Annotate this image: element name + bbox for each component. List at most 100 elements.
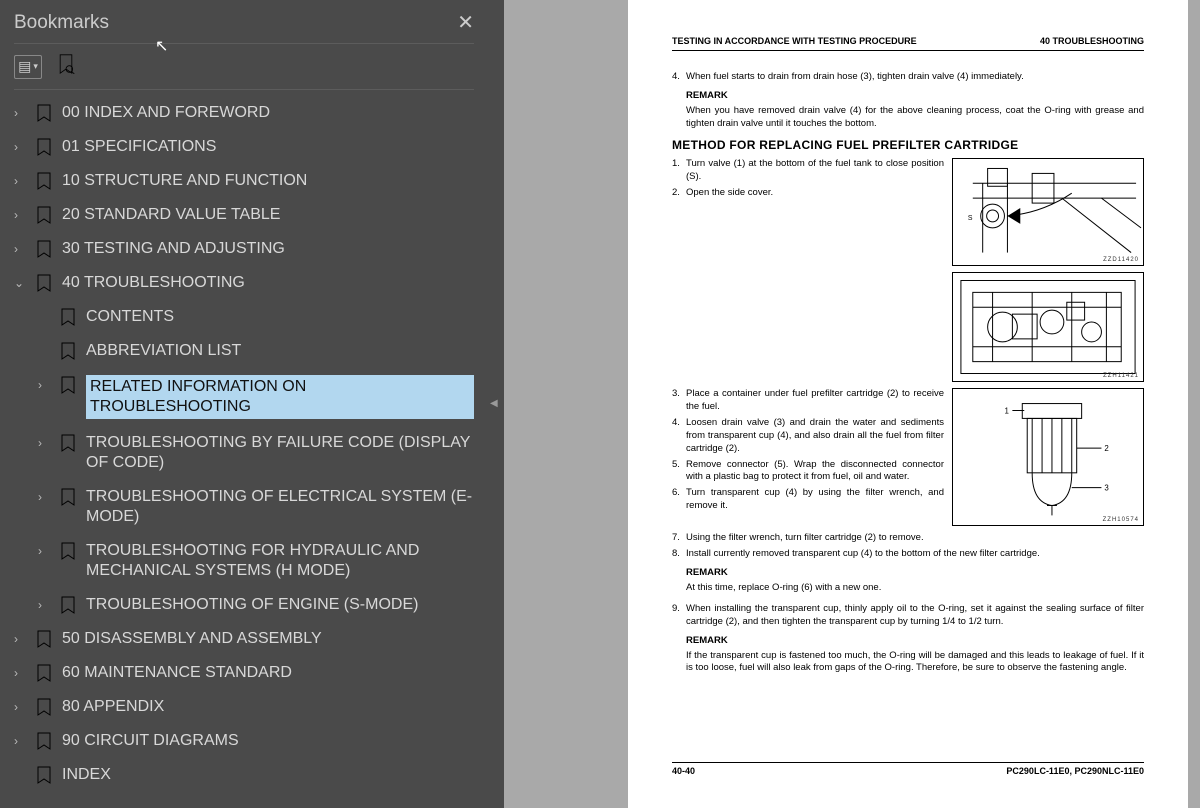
- step-text: Place a container under fuel prefilter c…: [686, 388, 944, 414]
- remark-body: When you have removed drain valve (4) fo…: [686, 105, 1144, 131]
- bookmark-label: RELATED INFORMATION ON TROUBLESHOOTING: [86, 375, 474, 419]
- bookmark-label: CONTENTS: [86, 307, 474, 327]
- bookmark-icon: [36, 663, 52, 683]
- sidebar-toolbar: ▤▾: [0, 50, 488, 89]
- section-heading: METHOD FOR REPLACING FUEL PREFILTER CART…: [672, 138, 1144, 152]
- expand-icon[interactable]: ›: [14, 239, 26, 259]
- bookmark-icon: [60, 341, 76, 361]
- step-text: Turn transparent cup (4) by using the fi…: [686, 487, 944, 513]
- bookmark-icon: [60, 307, 76, 327]
- bookmark-item[interactable]: › 00 INDEX AND FOREWORD: [0, 96, 488, 130]
- bookmark-item[interactable]: ›TROUBLESHOOTING FOR HYDRAULIC AND MECHA…: [0, 534, 488, 588]
- bookmark-icon: [36, 171, 52, 191]
- bookmark-label: 10 STRUCTURE AND FUNCTION: [62, 171, 474, 191]
- bookmark-tree: › 00 INDEX AND FOREWORD ›01 SPECIFICATIONS…: [0, 94, 488, 808]
- sidebar-header: Bookmarks ✕: [0, 0, 488, 43]
- svg-text:S: S: [968, 215, 973, 222]
- pdf-page: TESTING IN ACCORDANCE WITH TESTING PROCE…: [628, 0, 1188, 808]
- bookmark-label: 30 TESTING AND ADJUSTING: [62, 239, 474, 259]
- svg-text:2: 2: [1104, 445, 1108, 454]
- figure: 2 3 1 ZZH10574: [952, 388, 1144, 526]
- step-text: Using the filter wrench, turn filter car…: [686, 532, 1144, 545]
- bookmark-label: TROUBLESHOOTING OF ELECTRICAL SYSTEM (E-…: [86, 487, 474, 527]
- expand-icon[interactable]: ›: [38, 487, 50, 507]
- document-viewport[interactable]: TESTING IN ACCORDANCE WITH TESTING PROCE…: [504, 0, 1200, 808]
- step-text: Loosen drain valve (3) and drain the wat…: [686, 417, 944, 455]
- expand-icon[interactable]: ›: [38, 595, 50, 615]
- footer-page-num: 40-40: [672, 766, 695, 776]
- expand-icon[interactable]: ›: [14, 629, 26, 649]
- bookmark-item[interactable]: › RELATED INFORMATION ON TROUBLESHOOTING: [0, 368, 488, 426]
- header-left: TESTING IN ACCORDANCE WITH TESTING PROCE…: [672, 36, 917, 46]
- expand-icon[interactable]: ›: [14, 731, 26, 751]
- bookmark-label: 40 TROUBLESHOOTING: [62, 273, 474, 293]
- bookmark-icon: [36, 103, 52, 123]
- figure: ZZH11421: [952, 272, 1144, 382]
- expand-icon[interactable]: ›: [38, 541, 50, 561]
- bookmark-icon: [36, 273, 52, 293]
- remark-label: REMARK: [686, 567, 1144, 578]
- expand-icon[interactable]: ›: [14, 663, 26, 683]
- step-text: Remove connector (5). Wrap the disconnec…: [686, 459, 944, 485]
- splitter-handle[interactable]: [488, 0, 504, 808]
- step-text: When installing the transparent cup, thi…: [686, 603, 1144, 629]
- page-header: TESTING IN ACCORDANCE WITH TESTING PROCE…: [672, 36, 1144, 46]
- svg-text:3: 3: [1104, 484, 1109, 493]
- bookmark-label: INDEX: [62, 765, 474, 785]
- figure-label: ZZH10574: [1103, 517, 1139, 523]
- bookmark-item[interactable]: CONTENTS: [0, 300, 488, 334]
- remark-body: If the transparent cup is fastened too m…: [686, 650, 1144, 676]
- bookmark-item[interactable]: › 30 TESTING AND ADJUSTING: [0, 232, 488, 266]
- bookmark-item[interactable]: › 80 APPENDIX: [0, 690, 488, 724]
- remark-body: At this time, replace O-ring (6) with a …: [686, 582, 1144, 595]
- bookmark-item[interactable]: ⌄ 40 TROUBLESHOOTING: [0, 266, 488, 300]
- bookmarks-sidebar: ↖ Bookmarks ✕ ▤▾ ›00 INDEX AND FOREWORD›…: [0, 0, 488, 808]
- step-text: Install currently removed transparent cu…: [686, 548, 1144, 561]
- expand-icon[interactable]: ⌄: [14, 273, 26, 293]
- bookmark-item[interactable]: › TROUBLESHOOTING OF ELECTRICAL SYSTEM (E…: [0, 480, 488, 534]
- bookmark-label: 20 STANDARD VALUE TABLE: [62, 205, 474, 225]
- expand-icon[interactable]: ›: [14, 137, 26, 157]
- close-icon[interactable]: ✕: [457, 10, 474, 35]
- bookmark-icon: [36, 765, 52, 785]
- bookmark-icon: [60, 487, 76, 507]
- bookmark-label: 50 DISASSEMBLY AND ASSEMBLY: [62, 629, 474, 649]
- bookmark-item[interactable]: ›60 MAINTENANCE STANDARD: [0, 656, 488, 690]
- bookmark-icon: [36, 697, 52, 717]
- remark-label: REMARK: [686, 90, 1144, 101]
- bookmark-icon: [36, 205, 52, 225]
- bookmark-item[interactable]: ›TROUBLESHOOTING OF ENGINE (S-MODE): [0, 588, 488, 622]
- bookmark-label: TROUBLESHOOTING BY FAILURE CODE (DISPLAY…: [86, 433, 474, 473]
- bookmark-item[interactable]: › 50 DISASSEMBLY AND ASSEMBLY: [0, 622, 488, 656]
- figure: S ZZD11420: [952, 158, 1144, 266]
- bookmark-icon: [36, 629, 52, 649]
- step-text: When fuel starts to drain from drain hos…: [686, 71, 1144, 84]
- find-bookmark-button[interactable]: [56, 54, 76, 79]
- options-button[interactable]: ▤▾: [14, 55, 42, 79]
- bookmark-icon: [60, 375, 76, 395]
- bookmark-item[interactable]: › 10 STRUCTURE AND FUNCTION: [0, 164, 488, 198]
- expand-icon[interactable]: ›: [14, 205, 26, 225]
- bookmark-item[interactable]: ›01 SPECIFICATIONS: [0, 130, 488, 164]
- bookmark-item[interactable]: ABBREVIATION LIST: [0, 334, 488, 368]
- bookmark-item[interactable]: ›90 CIRCUIT DIAGRAMS: [0, 724, 488, 758]
- expand-icon[interactable]: ›: [14, 171, 26, 191]
- figure-label: ZZD11420: [1103, 257, 1139, 263]
- expand-icon[interactable]: ›: [14, 103, 26, 123]
- expand-icon[interactable]: ›: [38, 375, 50, 395]
- bookmark-label: 80 APPENDIX: [62, 697, 474, 717]
- bookmark-icon: [60, 595, 76, 615]
- bookmark-icon: [60, 433, 76, 453]
- sidebar-title: Bookmarks: [14, 12, 109, 34]
- bookmark-icon: [36, 239, 52, 259]
- expand-icon[interactable]: ›: [14, 697, 26, 717]
- bookmark-item[interactable]: › TROUBLESHOOTING BY FAILURE CODE (DISPLA…: [0, 426, 488, 480]
- bookmark-item[interactable]: › 20 STANDARD VALUE TABLE: [0, 198, 488, 232]
- remark-label: REMARK: [686, 635, 1144, 646]
- figure-label: ZZH11421: [1103, 373, 1139, 379]
- step-text: Turn valve (1) at the bottom of the fuel…: [686, 158, 944, 184]
- bookmark-label: 00 INDEX AND FOREWORD: [62, 103, 474, 123]
- bookmark-label: ABBREVIATION LIST: [86, 341, 474, 361]
- bookmark-item[interactable]: INDEX: [0, 758, 488, 792]
- expand-icon[interactable]: ›: [38, 433, 50, 453]
